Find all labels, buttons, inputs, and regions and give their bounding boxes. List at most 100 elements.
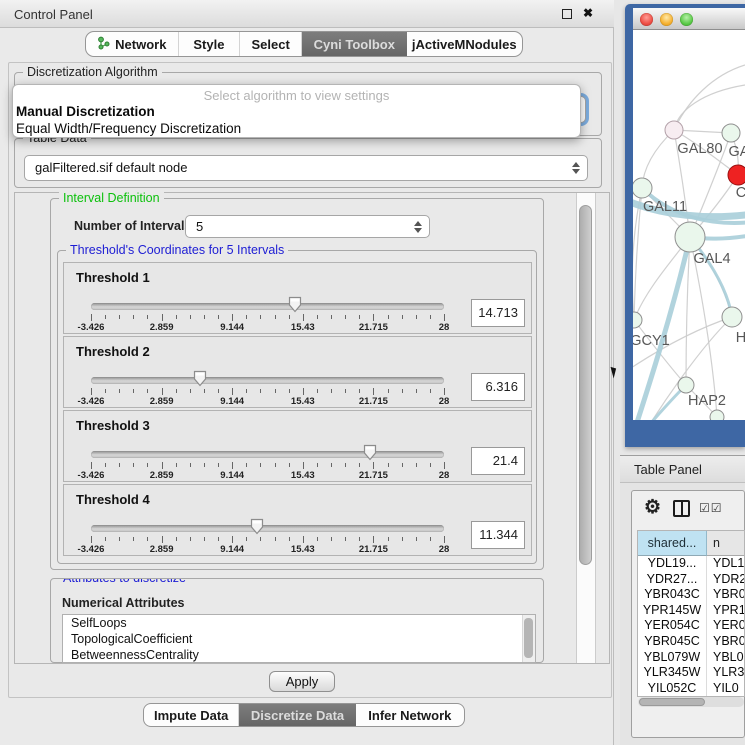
network-node-gcy1[interactable] xyxy=(633,312,642,328)
network-canvas[interactable]: GAL80GACGAL11GAL4GCY1HHAP2 xyxy=(633,30,745,420)
minimize-traffic-light-icon[interactable] xyxy=(660,13,673,26)
slider-tick xyxy=(373,388,374,395)
slider-tick xyxy=(218,389,219,393)
slider-tick xyxy=(204,315,205,319)
popup-option[interactable]: Manual Discretization xyxy=(16,104,155,119)
slider-tick xyxy=(105,463,106,467)
table-row[interactable]: YDR27...YDR2 xyxy=(638,572,745,588)
popup-option[interactable]: Equal Width/Frequency Discretization xyxy=(16,121,241,136)
tab-label: Impute Data xyxy=(154,708,228,723)
numerical-attributes-label: Numerical Attributes xyxy=(62,596,184,610)
tab-style[interactable]: Style xyxy=(179,32,241,56)
network-window-titlebar[interactable] xyxy=(633,8,745,30)
table-row[interactable]: YER054CYER0 xyxy=(638,618,745,634)
table-cell: YLR345W xyxy=(638,665,707,681)
slider-tick xyxy=(359,315,360,319)
table-row[interactable]: YBR045CYBR0 xyxy=(638,634,745,650)
network-node-c[interactable] xyxy=(728,165,745,185)
slider-track[interactable] xyxy=(91,451,444,458)
threshold-value-field[interactable]: 21.4 xyxy=(471,447,525,475)
network-node-ga[interactable] xyxy=(722,124,740,142)
tab-jactivemnodules[interactable]: jActiveMNodules xyxy=(407,32,522,56)
checkbox-columns-icon[interactable]: ☑☑ xyxy=(699,501,723,515)
table-hscrollbar-thumb[interactable] xyxy=(639,698,705,706)
slider-tick xyxy=(260,389,261,393)
slider-tick xyxy=(373,314,374,321)
table-cell: YLR3 xyxy=(707,665,745,681)
threshold-value-field[interactable]: 14.713 xyxy=(471,299,525,327)
tab-select[interactable]: Select xyxy=(240,32,302,56)
slider-tick xyxy=(430,315,431,319)
attributes-scrollbar-thumb[interactable] xyxy=(524,618,533,658)
table-row[interactable]: YIL052CYIL0 xyxy=(638,681,745,697)
top-tab-bar: NetworkStyleSelectCyni ToolboxjActiveMNo… xyxy=(85,31,523,57)
table-cell: YBR0 xyxy=(707,634,745,650)
slider-tick xyxy=(204,537,205,541)
slider-track[interactable] xyxy=(91,525,444,532)
network-graph[interactable]: GAL80GACGAL11GAL4GCY1HHAP2 xyxy=(633,30,745,420)
table-row[interactable]: YBL079WYBL0 xyxy=(638,650,745,666)
vertical-scrollbar-thumb[interactable] xyxy=(579,205,592,565)
column-header-shared-name[interactable]: shared... xyxy=(638,531,707,556)
slider-tick xyxy=(147,463,148,467)
network-edge[interactable] xyxy=(633,237,690,420)
tab-cyni-toolbox[interactable]: Cyni Toolbox xyxy=(302,32,407,56)
slider-tick xyxy=(444,388,445,395)
tab-impute-data[interactable]: Impute Data xyxy=(144,704,239,726)
network-node-h[interactable] xyxy=(722,307,742,327)
threshold-panel: Threshold 1-3.4262.8599.14415.4321.71528… xyxy=(63,262,532,334)
slider-tick xyxy=(260,463,261,467)
threshold-value-field[interactable]: 6.316 xyxy=(471,373,525,401)
tab-discretize-data[interactable]: Discretize Data xyxy=(239,704,355,726)
slider-tick xyxy=(162,314,163,321)
threshold-value-field[interactable]: 11.344 xyxy=(471,521,525,549)
network-node-label: GAL11 xyxy=(643,199,687,215)
slider-tick-label: 2.859 xyxy=(150,544,174,555)
network-edge[interactable] xyxy=(674,85,745,130)
slider-tick xyxy=(317,389,318,393)
network-edge[interactable] xyxy=(674,65,745,130)
table-row[interactable]: YLR345WYLR3 xyxy=(638,665,745,681)
network-node-hap2[interactable] xyxy=(678,377,694,393)
network-node-gal11[interactable] xyxy=(633,178,652,198)
slider-tick xyxy=(218,537,219,541)
slider-handle[interactable] xyxy=(250,518,264,535)
slider-tick xyxy=(119,389,120,393)
split-panel-icon[interactable] xyxy=(673,500,690,517)
slider-tick xyxy=(232,314,233,321)
column-header-name[interactable]: n xyxy=(707,531,745,556)
number-of-intervals-combobox[interactable]: 5 xyxy=(185,215,430,238)
close-traffic-light-icon[interactable] xyxy=(640,13,653,26)
slider-tick xyxy=(176,463,177,467)
slider-tick xyxy=(190,315,191,319)
tab-infer-network[interactable]: Infer Network xyxy=(356,704,464,726)
slider-tick xyxy=(317,537,318,541)
table-row[interactable]: YPR145WYPR1 xyxy=(638,603,745,619)
zoom-traffic-light-icon[interactable] xyxy=(680,13,693,26)
slider-tick xyxy=(289,315,290,319)
gear-icon[interactable]: ⚙ xyxy=(644,496,661,519)
close-icon[interactable]: ✖ xyxy=(583,6,593,20)
numerical-attributes-list[interactable]: SelfLoopsTopologicalCoefficientBetweenne… xyxy=(62,614,536,663)
threshold-panel: Threshold 4-3.4262.8599.14415.4321.71528… xyxy=(63,484,532,556)
float-window-icon[interactable] xyxy=(562,9,572,19)
slider-handle[interactable] xyxy=(288,296,302,313)
tab-network[interactable]: Network xyxy=(86,32,179,56)
slider-track[interactable] xyxy=(91,303,444,310)
slider-tick-label: 21.715 xyxy=(359,396,388,407)
slider-tick xyxy=(430,463,431,467)
apply-button[interactable]: Apply xyxy=(269,671,335,692)
network-node-gal4[interactable] xyxy=(675,222,705,252)
slider-handle[interactable] xyxy=(363,444,377,461)
attribute-list-item[interactable]: SelfLoops xyxy=(63,615,535,631)
slider-track[interactable] xyxy=(91,377,444,384)
table-row[interactable]: YBR043CYBR0 xyxy=(638,587,745,603)
table-row[interactable]: YDL19...YDL1 xyxy=(638,556,745,572)
network-node-gal80[interactable] xyxy=(665,121,683,139)
attribute-list-item[interactable]: TopologicalCoefficient xyxy=(63,631,535,647)
slider-handle[interactable] xyxy=(193,370,207,387)
attribute-list-item[interactable]: BetweennessCentrality xyxy=(63,647,535,663)
slider-tick xyxy=(303,388,304,395)
network-node[interactable] xyxy=(710,410,724,420)
table-data-combobox[interactable]: galFiltered.sif default node xyxy=(24,155,588,181)
